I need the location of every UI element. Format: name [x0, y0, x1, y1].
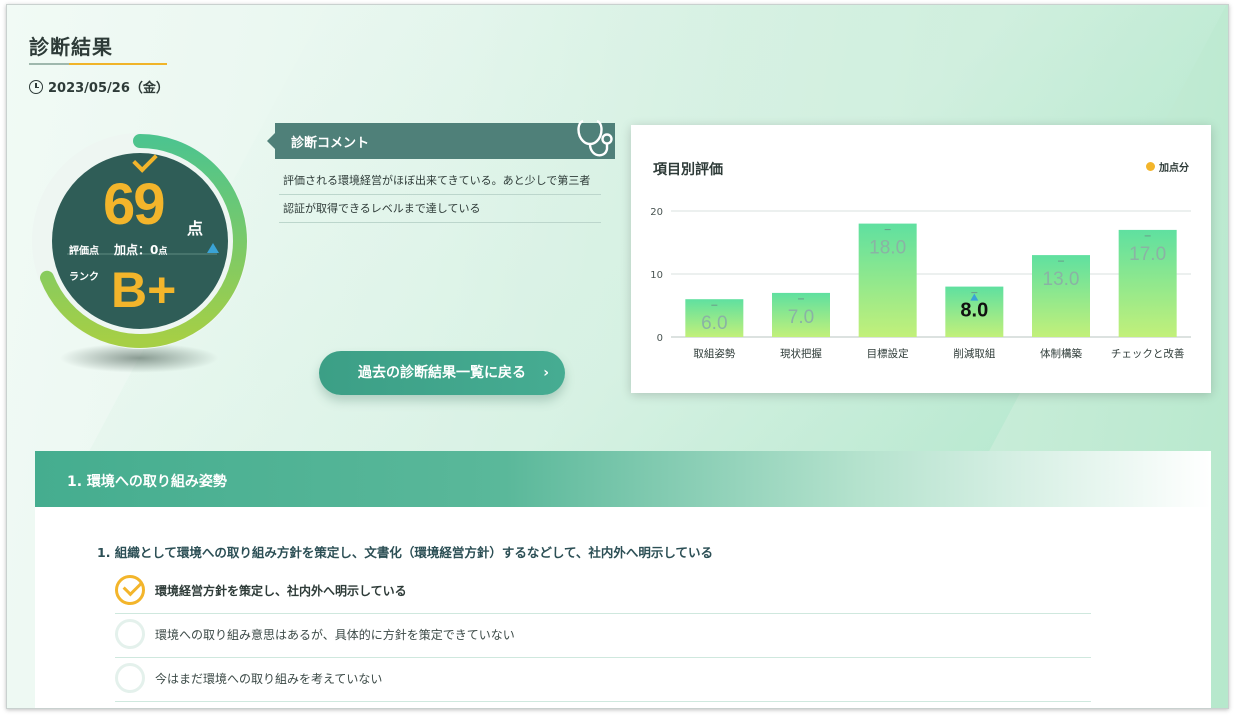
- bonus-unit: 点: [158, 247, 168, 257]
- y-tick-label: 20: [650, 207, 663, 218]
- x-category-label: チェックと改善: [1111, 347, 1185, 360]
- diagnosis-date: 2023/05/26（金）: [29, 77, 169, 96]
- up-arrow-icon: [207, 243, 219, 253]
- comment-line: 評価される環境経営がほぼ出来てきている。あと少しで第三者: [279, 167, 601, 195]
- bar: [1032, 255, 1090, 337]
- bar-value-label: 13.0: [1043, 269, 1080, 290]
- bonus-label: 加点：0: [114, 243, 159, 257]
- section-heading: 1. 環境への取り組み姿勢: [35, 451, 1211, 507]
- radio-unchecked-icon[interactable]: [115, 663, 145, 693]
- title-underline: [29, 63, 167, 65]
- x-category-label: 体制構築: [1040, 347, 1082, 360]
- page-title: 診断結果: [29, 35, 113, 59]
- question-section: 1. 環境への取り組み姿勢 1. 組織として環境への取り組み方針を策定し、文書化…: [35, 451, 1211, 708]
- bar-value-label: 17.0: [1129, 244, 1166, 265]
- answer-option[interactable]: 環境への取り組み意思はあるが、具体的に方針を策定できていない: [115, 614, 1091, 658]
- clock-icon: [29, 79, 43, 94]
- score-value: 69: [103, 172, 165, 237]
- bar-value-label: 7.0: [788, 307, 814, 328]
- rank-label: ランク: [69, 272, 99, 283]
- chart-plot: 0 10 20 6.0 取組姿勢 7.0 現状把握 18.0 目標設定 8.0 削減取組 13.0 体制…: [650, 207, 1191, 360]
- x-category-label: 目標設定: [867, 347, 909, 360]
- answer-label: 環境経営方針を策定し、社内外へ明示している: [155, 584, 407, 598]
- radio-checked-icon[interactable]: [115, 575, 145, 605]
- score-unit: 点: [187, 219, 204, 238]
- bar-value-label: 18.0: [869, 238, 906, 259]
- comment-heading: 診断コメント: [267, 123, 615, 159]
- app-frame: 診断結果 2023/05/26（金） 評価点 69 点 加点：0点 ランク B+…: [6, 4, 1229, 709]
- bar-value-label: 6.0: [701, 313, 727, 334]
- stethoscope-icon: [577, 119, 613, 157]
- score-label: 評価点: [69, 246, 99, 257]
- back-button-label: 過去の診断結果一覧に戻る: [358, 365, 526, 381]
- y-tick-label: 10: [650, 270, 663, 281]
- x-category-label: 取組姿勢: [693, 347, 735, 360]
- chevron-right-icon: ›: [543, 365, 549, 381]
- x-category-label: 現状把握: [780, 347, 822, 360]
- answer-option[interactable]: 今はまだ環境への取り組みを考えていない: [115, 658, 1091, 702]
- question-text: 1. 組織として環境への取り組み方針を策定し、文書化（環境経営方針）するなどして…: [97, 545, 714, 560]
- rank-value: B+: [111, 262, 177, 318]
- date-text: 2023/05/26（金）: [48, 81, 169, 96]
- radio-unchecked-icon[interactable]: [115, 619, 145, 649]
- answer-label: 今はまだ環境への取り組みを考えていない: [155, 672, 383, 686]
- item-evaluation-chart: 項目別評価 加点分 0 10 20 6.0 取組姿勢 7.0 現状把握 18.0 目標設定 8.0…: [631, 125, 1211, 393]
- y-tick-label: 0: [657, 333, 663, 344]
- bonus-points: 加点：0点: [114, 241, 167, 258]
- answer-label: 環境への取り組み意思はあるが、具体的に方針を策定できていない: [155, 628, 515, 642]
- comment-body: 評価される環境経営がほぼ出来てきている。あと少しで第三者 認証が取得できるレベル…: [279, 167, 601, 223]
- back-to-history-button[interactable]: 過去の診断結果一覧に戻る ›: [319, 351, 565, 395]
- comment-line: 認証が取得できるレベルまで達している: [279, 195, 601, 223]
- bar-value-label: 8.0: [960, 300, 988, 322]
- answer-option[interactable]: 環境経営方針を策定し、社内外へ明示している: [115, 570, 1091, 614]
- x-category-label: 削減取組: [953, 347, 995, 360]
